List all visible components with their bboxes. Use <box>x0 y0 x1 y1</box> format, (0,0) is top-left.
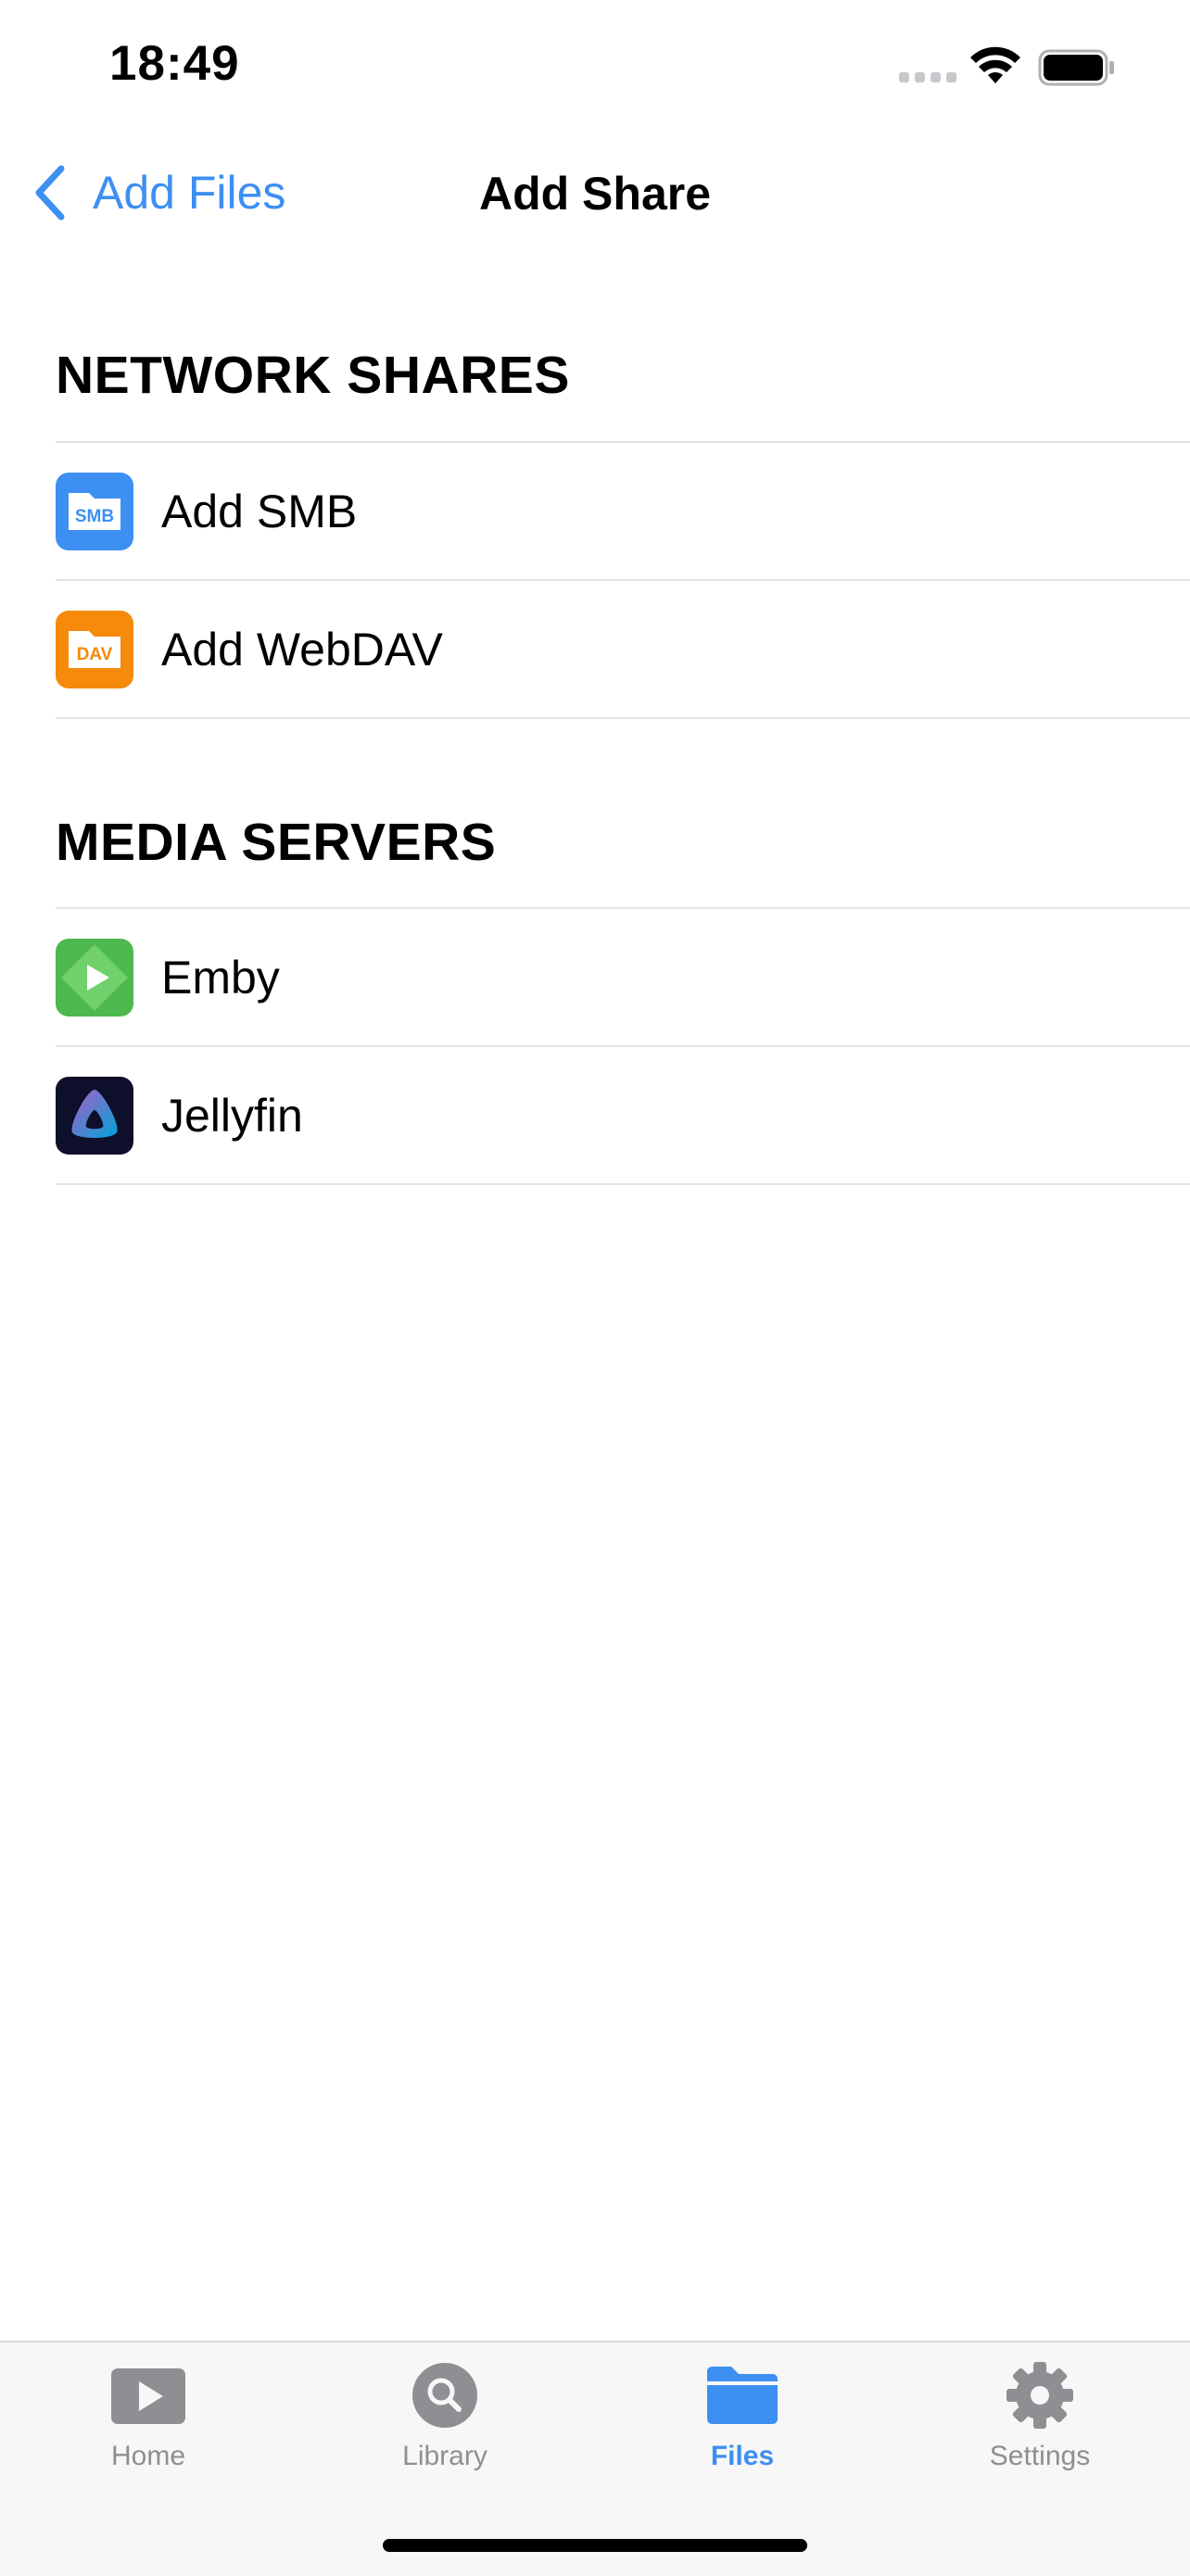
gear-icon <box>1006 2362 1073 2429</box>
list-item-add-smb[interactable]: SMB Add SMB <box>56 441 1190 579</box>
media-servers-list: Emby Jellyfin <box>56 907 1190 1185</box>
list-item-label: Jellyfin <box>161 1089 303 1142</box>
tab-library[interactable]: Library <box>334 2361 556 2472</box>
list-item-label: Add WebDAV <box>161 623 443 676</box>
tab-files[interactable]: Files <box>631 2361 854 2472</box>
search-icon <box>412 2363 477 2428</box>
tab-label: Files <box>710 2441 775 2471</box>
page-title: Add Share <box>478 168 712 220</box>
tab-home[interactable]: Home <box>37 2361 260 2472</box>
status-time: 18:49 <box>109 36 240 91</box>
tab-label: Home <box>110 2441 186 2471</box>
emby-icon <box>56 938 133 1017</box>
home-indicator[interactable] <box>383 2539 807 2552</box>
section-header-media-servers: MEDIA SERVERS <box>56 813 497 872</box>
smb-icon: SMB <box>56 472 133 550</box>
navigation-bar: Add Files Add Share <box>0 130 1190 256</box>
tab-settings[interactable]: Settings <box>929 2361 1151 2472</box>
tab-label: Library <box>402 2441 487 2471</box>
play-icon <box>111 2368 185 2424</box>
svg-text:DAV: DAV <box>77 645 113 664</box>
svg-text:SMB: SMB <box>75 507 114 526</box>
section-header-network-shares: NETWORK SHARES <box>56 346 570 405</box>
jellyfin-icon <box>56 1076 133 1155</box>
list-item-jellyfin[interactable]: Jellyfin <box>56 1045 1190 1185</box>
list-item-label: Emby <box>161 951 280 1004</box>
folder-icon <box>707 2367 778 2424</box>
network-shares-list: SMB Add SMB DAV Add WebDAV <box>56 441 1190 719</box>
list-item-add-webdav[interactable]: DAV Add WebDAV <box>56 579 1190 719</box>
status-bar: 18:49 <box>0 0 1190 130</box>
list-item-emby[interactable]: Emby <box>56 907 1190 1045</box>
wifi-icon <box>970 46 1020 83</box>
cellular-signal-icon <box>899 72 956 82</box>
battery-icon <box>1038 49 1114 86</box>
tab-label: Settings <box>989 2441 1091 2471</box>
webdav-icon: DAV <box>56 610 133 688</box>
list-item-label: Add SMB <box>161 485 358 537</box>
